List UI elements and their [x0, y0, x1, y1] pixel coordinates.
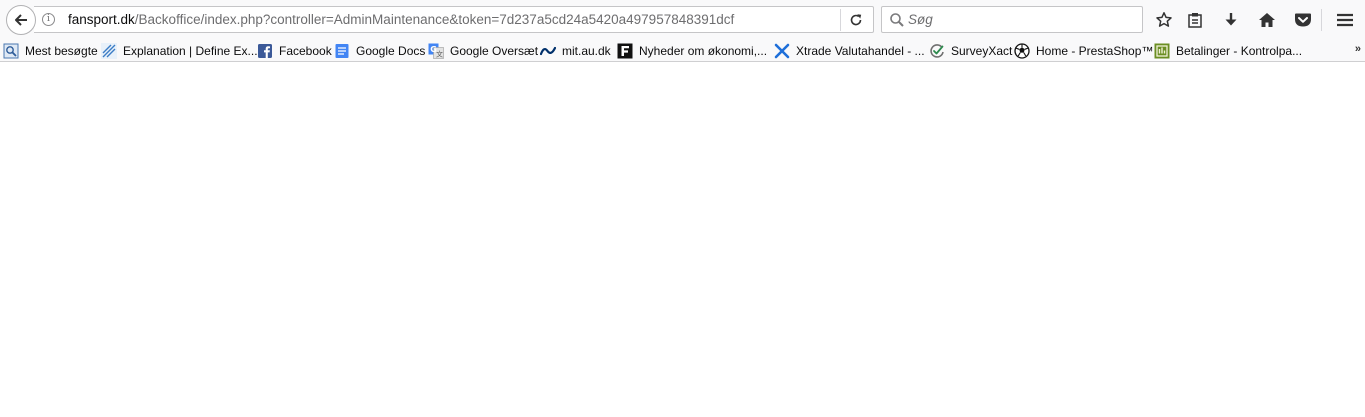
explanation-site-icon [101, 43, 117, 59]
surveyxact-icon [929, 43, 945, 59]
home-button[interactable] [1255, 8, 1279, 32]
bookmark-item-google-translate[interactable]: G 文 Google Oversæt [428, 42, 538, 60]
bookmark-label: Nyheder om økonomi,... [639, 44, 768, 58]
bookmark-star-button[interactable] [1152, 8, 1176, 32]
pocket-button[interactable] [1291, 8, 1315, 32]
bookmark-item-explanation[interactable]: Explanation | Define Ex... [101, 42, 258, 60]
bookmarks-toolbar: Mest besøgte Explanation | Define Ex... … [0, 40, 1365, 62]
url-bar[interactable]: i fansport.dk/Backoffice/index.php?contr… [34, 6, 874, 33]
bookmark-item-finans[interactable]: Nyheder om økonomi,... [617, 42, 767, 60]
bookmark-item-mit-au[interactable]: mit.au.dk [540, 42, 611, 60]
navigation-toolbar: i fansport.dk/Backoffice/index.php?contr… [0, 0, 1365, 40]
toolbar-divider [1321, 9, 1322, 31]
bookmark-item-most-visited[interactable]: Mest besøgte [3, 42, 98, 60]
home-icon [1259, 13, 1275, 27]
bookmark-label: Xtrade Valutahandel - ... [796, 44, 925, 58]
search-icon [890, 13, 904, 27]
reload-icon[interactable] [846, 11, 866, 29]
most-visited-icon [3, 43, 19, 59]
star-icon [1156, 12, 1172, 27]
bookmark-label: Facebook [279, 44, 332, 58]
url-divider [840, 9, 841, 31]
xtrade-icon [774, 43, 790, 59]
facebook-icon [257, 43, 273, 59]
bookmark-item-facebook[interactable]: Facebook [257, 42, 332, 60]
download-arrow-icon [1225, 13, 1237, 26]
bookmark-label: Home - PrestaShop™ [1036, 44, 1154, 58]
hamburger-menu-icon [1337, 13, 1353, 27]
bookmark-label: Explanation | Define Ex... [123, 44, 258, 58]
finans-icon [617, 43, 633, 59]
back-button[interactable] [6, 5, 36, 35]
bookmark-item-google-docs[interactable]: Google Docs [334, 42, 425, 60]
search-bar[interactable] [881, 6, 1143, 33]
bookmark-label: SurveyXact [951, 44, 1013, 58]
page-content-blank [0, 62, 1365, 417]
au-icon [540, 43, 556, 59]
bookmark-item-betalinger[interactable]: Betalinger - Kontrolpa... [1154, 42, 1302, 60]
bookmarks-menu-button[interactable] [1183, 8, 1207, 32]
bookmark-label: Mest besøgte [25, 44, 98, 58]
bookmark-item-xtrade[interactable]: Xtrade Valutahandel - ... [774, 42, 925, 60]
bookmark-label: Betalinger - Kontrolpa... [1176, 44, 1303, 58]
google-docs-icon [334, 43, 350, 59]
search-input[interactable] [908, 10, 1128, 29]
downloads-button[interactable] [1219, 8, 1243, 32]
google-translate-icon: G 文 [428, 43, 444, 59]
bookmarks-overflow-chevron-icon[interactable]: » [1355, 43, 1361, 55]
bookmark-label: mit.au.dk [562, 44, 611, 58]
bookmark-label: Google Docs [356, 44, 426, 58]
bookmark-item-prestashop[interactable]: Home - PrestaShop™ [1014, 42, 1153, 60]
back-arrow-icon [15, 14, 27, 26]
url-path: /Backoffice/index.php?controller=AdminMa… [134, 12, 735, 27]
payments-icon [1154, 43, 1170, 59]
main-menu-button[interactable] [1333, 8, 1357, 32]
prestashop-icon [1014, 43, 1030, 59]
pocket-icon [1295, 13, 1311, 27]
clipboard-icon [1188, 13, 1202, 28]
url-text[interactable]: fansport.dk/Backoffice/index.php?control… [68, 12, 734, 27]
bookmark-label: Google Oversæt [450, 44, 539, 58]
info-icon[interactable]: i [42, 13, 55, 26]
bookmark-item-surveyxact[interactable]: SurveyXact [929, 42, 1012, 60]
url-host: fansport.dk [68, 12, 135, 27]
svg-text:文: 文 [436, 50, 443, 59]
